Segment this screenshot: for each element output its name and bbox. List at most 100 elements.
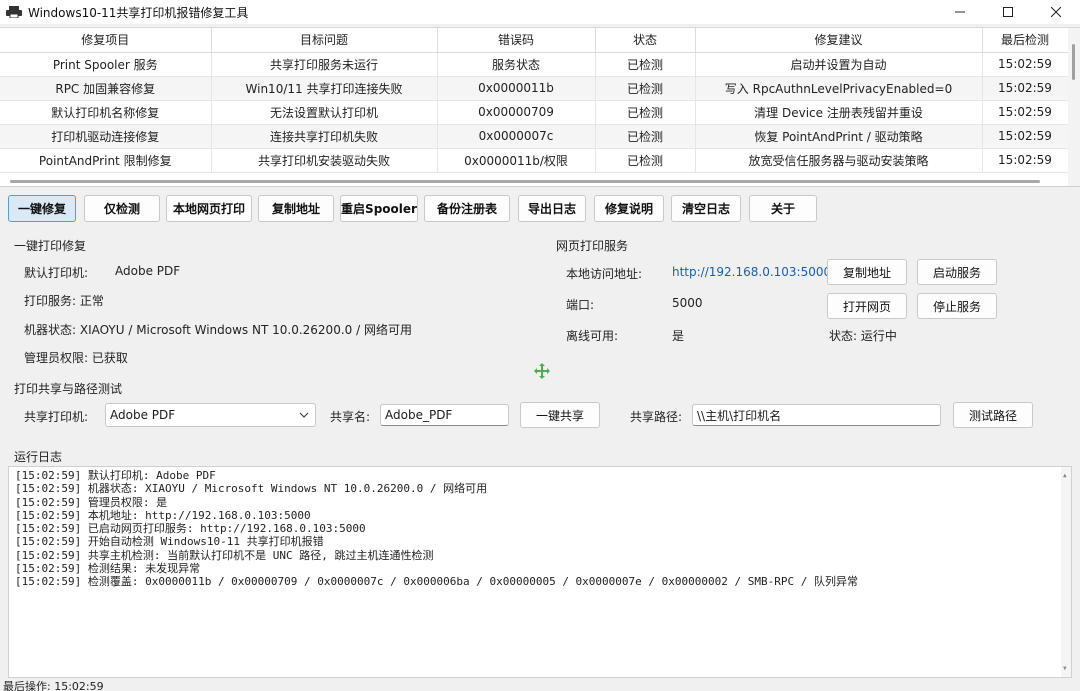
minimize-button[interactable] <box>936 0 984 24</box>
offline-label: 离线可用: <box>566 329 619 343</box>
one-click-repair-button[interactable]: 一键修复 <box>8 195 76 222</box>
move-cursor-icon <box>534 363 550 379</box>
about-button[interactable]: 关于 <box>749 195 817 222</box>
column-header[interactable]: 修复建议 <box>695 28 983 53</box>
share-path-label: 共享路径: <box>630 410 683 424</box>
chevron-down-icon <box>299 412 309 418</box>
table-cell: 已检测 <box>595 148 696 173</box>
log-area[interactable]: [15:02:59] 默认打印机: Adobe PDF [15:02:59] 机… <box>8 466 1072 678</box>
table-cell: 共享打印机安装驱动失败 <box>211 148 438 173</box>
maximize-icon <box>1003 7 1013 17</box>
default-printer-value: Adobe PDF <box>115 264 181 278</box>
copy-address-button[interactable]: 复制地址 <box>258 195 334 222</box>
start-service-button[interactable]: 启动服务 <box>917 259 997 285</box>
log-scrollbar[interactable]: ▲ ▼ <box>1061 467 1071 677</box>
table-row[interactable]: PointAndPrint 限制修复 共享打印机安装驱动失败 0x0000011… <box>0 148 1069 173</box>
local-web-print-button[interactable]: 本地网页打印 <box>166 195 252 222</box>
table-cell: 启动并设置为自动 <box>695 52 983 77</box>
status-bar: 最后操作: 15:02:59 <box>3 680 104 691</box>
log-title: 运行日志 <box>14 450 63 464</box>
table-cell: 清理 Device 注册表残留并重设 <box>695 100 983 125</box>
table-row[interactable]: Print Spooler 服务 共享打印服务未运行 服务状态 已检测 启动并设… <box>0 52 1069 77</box>
log-line: [15:02:59] 开始自动检测 Windows10-11 共享打印机报错 <box>15 535 324 549</box>
restart-spooler-button[interactable]: 重启Spooler <box>340 195 418 222</box>
url-link[interactable]: http://192.168.0.103:5000 <box>672 265 831 279</box>
table-cell: 已检测 <box>595 76 696 101</box>
table-cell: 已检测 <box>595 52 696 77</box>
window-controls <box>936 0 1080 24</box>
printer-app-icon <box>6 6 22 18</box>
scroll-up-icon[interactable]: ▲ <box>1063 469 1067 482</box>
table-cell: 打印机驱动连接修复 <box>0 124 212 149</box>
table-row[interactable]: 默认打印机名称修复 无法设置默认打印机 0x00000709 已检测 清理 De… <box>0 100 1069 125</box>
open-web-button[interactable]: 打开网页 <box>827 293 907 319</box>
one-click-share-button[interactable]: 一键共享 <box>520 402 600 428</box>
table-vertical-scrollbar[interactable] <box>1068 28 1080 186</box>
share-group-title: 打印共享与路径测试 <box>14 382 123 396</box>
table-cell: 0x0000011b <box>437 76 596 101</box>
table-row[interactable]: 打印机驱动连接修复 连接共享打印机失败 0x0000007c 已检测 恢复 Po… <box>0 124 1069 149</box>
log-line: [15:02:59] 已启动网页打印服务: http://192.168.0.1… <box>15 522 366 536</box>
test-path-button[interactable]: 测试路径 <box>953 402 1033 428</box>
export-log-button[interactable]: 导出日志 <box>518 195 586 222</box>
table-cell: 放宽受信任服务器与驱动安装策略 <box>695 148 983 173</box>
table-cell: 无法设置默认打印机 <box>211 100 438 125</box>
log-line: [15:02:59] 默认打印机: Adobe PDF <box>15 469 216 482</box>
table-cell: 已检测 <box>595 100 696 125</box>
url-label: 本地访问地址: <box>566 267 643 281</box>
log-line: [15:02:59] 机器状态: XIAOYU / Microsoft Wind… <box>15 482 488 496</box>
machine-status: 机器状态: XIAOYU / Microsoft Windows NT 10.0… <box>24 323 412 337</box>
column-header[interactable]: 修复项目 <box>0 28 212 53</box>
column-header[interactable]: 目标问题 <box>211 28 438 53</box>
share-printer-select[interactable]: Adobe PDF <box>105 403 316 427</box>
stop-service-button[interactable]: 停止服务 <box>917 293 997 319</box>
table-cell: 0x0000011b/权限 <box>437 148 596 173</box>
table-cell: 15:02:59 <box>982 148 1069 173</box>
share-name-label: 共享名: <box>330 410 371 424</box>
table-cell: 服务状态 <box>437 52 596 77</box>
web-copy-address-button[interactable]: 复制地址 <box>827 259 907 285</box>
scroll-down-icon[interactable]: ▼ <box>1063 662 1067 675</box>
service-state: 状态: 运行中 <box>829 329 897 343</box>
window-title: Windows10-11共享打印机报错修复工具 <box>28 5 249 20</box>
maximize-button[interactable] <box>984 0 1032 24</box>
table-cell: 15:02:59 <box>982 76 1069 101</box>
share-path-input[interactable]: \\主机\打印机名 <box>692 404 941 426</box>
log-line: [15:02:59] 共享主机检测: 当前默认打印机不是 UNC 路径, 跳过主… <box>15 548 434 562</box>
table-cell: Print Spooler 服务 <box>0 52 212 77</box>
log-line: [15:02:59] 检测覆盖: 0x0000011b / 0x00000709… <box>15 575 858 589</box>
table-cell: 0x00000709 <box>437 100 596 125</box>
table-row[interactable]: RPC 加固兼容修复 Win10/11 共享打印连接失败 0x0000011b … <box>0 76 1069 101</box>
repair-group-title: 一键打印修复 <box>14 239 87 253</box>
table-cell: PointAndPrint 限制修复 <box>0 148 212 173</box>
print-service-status: 打印服务: 正常 <box>24 294 104 308</box>
port-value: 5000 <box>672 296 703 310</box>
close-icon <box>1051 7 1061 17</box>
clear-log-button[interactable]: 清空日志 <box>671 195 741 222</box>
admin-status: 管理员权限: 已获取 <box>24 351 128 365</box>
column-header[interactable]: 状态 <box>595 28 696 53</box>
close-button[interactable] <box>1032 0 1080 24</box>
table-header-row: 修复项目 目标问题 错误码 状态 修复建议 最后检测 <box>0 28 1069 53</box>
share-name-input[interactable]: Adobe_PDF <box>380 404 509 426</box>
table-cell: 恢复 PointAndPrint / 驱动策略 <box>695 124 983 149</box>
table-cell: 写入 RpcAuthnLevelPrivacyEnabled=0 <box>695 76 983 101</box>
share-printer-selected: Adobe PDF <box>110 408 176 422</box>
backup-registry-button[interactable]: 备份注册表 <box>424 195 510 222</box>
table-cell: RPC 加固兼容修复 <box>0 76 212 101</box>
repair-notes-button[interactable]: 修复说明 <box>594 195 664 222</box>
offline-value: 是 <box>672 329 685 343</box>
column-header[interactable]: 最后检测 <box>982 28 1069 53</box>
minimize-icon <box>955 11 965 13</box>
table-cell: 15:02:59 <box>982 52 1069 77</box>
table-cell: 共享打印服务未运行 <box>211 52 438 77</box>
title-bar: Windows10-11共享打印机报错修复工具 <box>0 0 1080 24</box>
column-header[interactable]: 错误码 <box>437 28 596 53</box>
table-horizontal-scrollbar[interactable] <box>2 176 1066 186</box>
table-cell: 默认打印机名称修复 <box>0 100 212 125</box>
table-cell: 0x0000007c <box>437 124 596 149</box>
table-cell: 15:02:59 <box>982 124 1069 149</box>
detect-only-button[interactable]: 仅检测 <box>84 195 160 222</box>
web-group-title: 网页打印服务 <box>556 239 629 253</box>
repair-table: 修复项目 目标问题 错误码 状态 修复建议 最后检测 Print Spooler… <box>0 27 1080 187</box>
